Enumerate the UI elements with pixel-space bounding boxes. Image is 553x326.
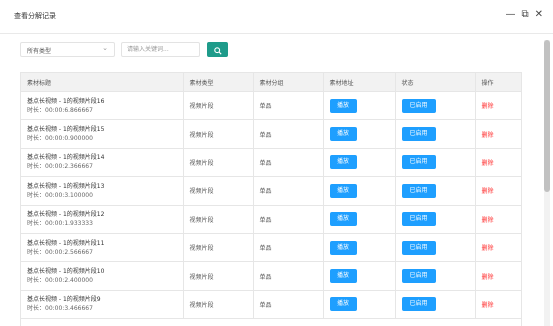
close-icon[interactable]: ✕: [535, 9, 543, 21]
status-enabled-button[interactable]: 已启用: [401, 297, 436, 312]
table-row: 基点长视频 - 1的视频片段15 时长：00:00:0.900000 视频片段 单…: [21, 119, 521, 149]
minimize-icon[interactable]: —: [505, 9, 515, 21]
table-row: 基点长视频 - 1的视频片段11 时长：00:00:2.566667 视频片段 单…: [21, 233, 521, 263]
clip-group: 单品: [253, 119, 324, 149]
clip-duration: 时长：00:00:1.933333: [27, 220, 93, 228]
clip-type: 视频片段: [183, 205, 254, 234]
clip-title: 基点长视频 - 1的视频片段14: [27, 154, 105, 162]
delete-link[interactable]: 删除: [482, 188, 494, 195]
chevron-down-icon: ⌄: [102, 44, 108, 52]
clip-type: 视频片段: [183, 233, 254, 263]
delete-link[interactable]: 删除: [482, 245, 494, 252]
table-row: 基点长视频 - 1的视频片段14 时长：00:00:2.366667 视频片段 单…: [21, 148, 521, 178]
table-row: 基点长视频 - 1的视频片段12 时长：00:00:1.933333 视频片段 单…: [21, 205, 521, 234]
clip-title: 基点长视频 - 1的视频片段15: [27, 126, 105, 134]
status-enabled-button[interactable]: 已启用: [401, 155, 436, 170]
play-button[interactable]: 播放: [329, 212, 357, 227]
clip-type: 视频片段: [183, 91, 254, 121]
table-row: 基点长视频 - 1的视频片段9 时长：00:00:3.466667 视频片段 单品…: [21, 290, 521, 320]
table-row: 基点长视频 - 1的视频片段10 时长：00:00:2.400000 视频片段 单…: [21, 261, 521, 291]
play-button[interactable]: 播放: [329, 183, 357, 198]
play-button[interactable]: 播放: [329, 240, 357, 255]
column-header-status: 状态: [395, 73, 476, 92]
type-select-value: 所有类型: [27, 48, 52, 55]
records-table: 素材标题 素材类型 素材分组 素材地址 状态 操作 基点长视频 - 1的视频片段…: [20, 72, 522, 326]
clip-type: 视频片段: [183, 119, 254, 149]
column-header-address: 素材地址: [323, 73, 396, 92]
search-icon: [213, 47, 222, 55]
delete-link[interactable]: 删除: [482, 302, 494, 309]
delete-link[interactable]: 删除: [482, 132, 494, 139]
clip-title: 基点长视频 - 1的视频片段12: [27, 211, 105, 219]
maximize-icon[interactable]: ⧉: [521, 9, 528, 21]
play-button[interactable]: 播放: [329, 269, 357, 284]
clip-group: 单品: [253, 205, 324, 234]
clip-group: 单品: [253, 176, 324, 206]
clip-title: 基点长视频 - 1的视频片段9: [27, 296, 101, 304]
table-header-row: 素材标题 素材类型 素材分组 素材地址 状态 操作: [21, 73, 521, 92]
clip-title: 基点长视频 - 1的视频片段13: [27, 182, 105, 190]
clip-type: 视频片段: [183, 148, 254, 178]
dialog-header: 查看分解记录 — ⧉ ✕: [0, 0, 553, 34]
status-enabled-button[interactable]: 已启用: [401, 183, 436, 198]
decompose-records-dialog: 查看分解记录 — ⧉ ✕ 所有类型 ⌄ 素材标题: [0, 0, 553, 326]
clip-type: 视频片段: [183, 261, 254, 291]
status-enabled-button[interactable]: 已启用: [401, 127, 436, 142]
clip-duration: 时长：00:00:2.566667: [27, 248, 93, 256]
status-enabled-button[interactable]: 已启用: [401, 240, 436, 255]
scrollbar[interactable]: [544, 40, 550, 326]
clip-type: 视频片段: [183, 290, 254, 320]
clip-group: 单品: [253, 261, 324, 291]
clip-group: 单品: [253, 290, 324, 320]
column-header-group: 素材分组: [253, 73, 324, 92]
scrollbar-thumb[interactable]: [544, 40, 550, 192]
dialog-title: 查看分解记录: [14, 12, 56, 20]
search-input[interactable]: [121, 42, 200, 57]
play-button[interactable]: 播放: [329, 98, 357, 113]
status-enabled-button[interactable]: 已启用: [401, 212, 436, 227]
column-header-title: 素材标题: [21, 73, 184, 92]
delete-link[interactable]: 删除: [482, 217, 494, 224]
clip-duration: 时长：00:00:0.900000: [27, 135, 93, 143]
play-button[interactable]: 播放: [329, 127, 357, 142]
search-button[interactable]: [207, 42, 228, 57]
delete-link[interactable]: 删除: [482, 274, 494, 281]
clip-duration: 时长：00:00:3.466667: [27, 305, 93, 313]
clip-duration: 时长：00:00:2.400000: [27, 277, 93, 285]
clip-title: 基点长视频 - 1的视频片段11: [27, 239, 105, 247]
delete-link[interactable]: 删除: [482, 103, 494, 110]
delete-link[interactable]: 删除: [482, 160, 494, 167]
column-header-type: 素材类型: [183, 73, 254, 92]
clip-duration: 时长：00:00:2.366667: [27, 163, 93, 171]
status-enabled-button[interactable]: 已启用: [401, 269, 436, 284]
clip-group: 单品: [253, 233, 324, 263]
type-select[interactable]: 所有类型 ⌄: [20, 42, 115, 57]
clip-type: 视频片段: [183, 176, 254, 206]
play-button[interactable]: 播放: [329, 155, 357, 170]
play-button[interactable]: 播放: [329, 297, 357, 312]
clip-title: 基点长视频 - 1的视频片段16: [27, 97, 105, 105]
clip-group: 单品: [253, 148, 324, 178]
table-row: 基点长视频 - 1的视频片段16 时长：00:00:6.866667 视频片段 单…: [21, 91, 521, 121]
column-header-action: 操作: [475, 73, 521, 92]
window-controls: — ⧉ ✕: [505, 9, 543, 21]
table-row: 基点长视频 - 1的视频片段13 时长：00:00:3.100000 视频片段 单…: [21, 176, 521, 206]
status-enabled-button[interactable]: 已启用: [401, 98, 436, 113]
clip-duration: 时长：00:00:3.100000: [27, 191, 93, 199]
clip-duration: 时长：00:00:6.866667: [27, 106, 93, 114]
clip-title: 基点长视频 - 1的视频片段10: [27, 268, 105, 276]
clip-group: 单品: [253, 91, 324, 121]
